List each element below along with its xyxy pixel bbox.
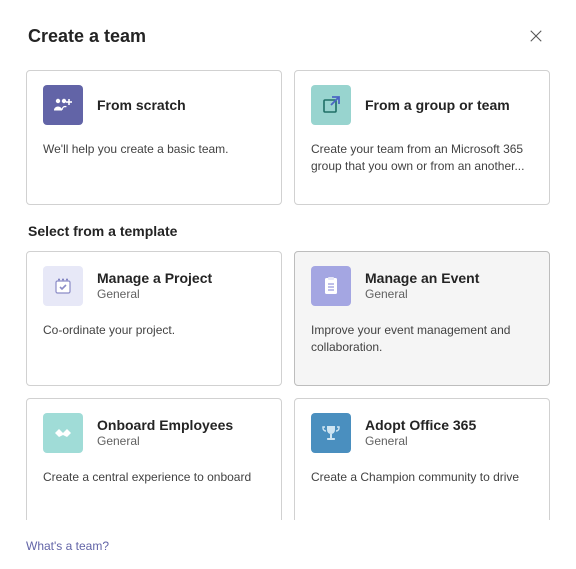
card-titles: Onboard Employees General	[97, 416, 233, 450]
card-subtitle: General	[365, 287, 479, 303]
card-subtitle: General	[97, 434, 233, 450]
card-description: Create a central experience to onboard	[43, 469, 265, 486]
whats-a-team-link[interactable]: What's a team?	[26, 539, 109, 553]
card-header: Manage an Event General	[311, 266, 533, 306]
people-plus-icon	[43, 85, 83, 125]
card-titles: Adopt Office 365 General	[365, 416, 476, 450]
card-description: Create a Champion community to drive	[311, 469, 533, 486]
checklist-icon	[311, 266, 351, 306]
card-title: From scratch	[97, 96, 186, 114]
card-header: Adopt Office 365 General	[311, 413, 533, 453]
option-from-scratch[interactable]: From scratch We'll help you create a bas…	[26, 70, 282, 205]
template-onboard-employees[interactable]: Onboard Employees General Create a centr…	[26, 398, 282, 520]
close-icon	[529, 29, 543, 43]
card-description: We'll help you create a basic team.	[43, 141, 265, 158]
card-header: From a group or team	[311, 85, 533, 125]
card-description: Create your team from an Microsoft 365 g…	[311, 141, 533, 175]
card-description: Improve your event management and collab…	[311, 322, 533, 356]
card-subtitle: General	[365, 434, 476, 450]
templates-heading: Select from a template	[28, 223, 550, 239]
card-titles: From a group or team	[365, 96, 510, 114]
card-subtitle: General	[97, 287, 212, 303]
trophy-icon	[311, 413, 351, 453]
calendar-check-icon	[43, 266, 83, 306]
option-from-group[interactable]: From a group or team Create your team fr…	[294, 70, 550, 205]
card-titles: From scratch	[97, 96, 186, 114]
template-manage-event[interactable]: Manage an Event General Improve your eve…	[294, 251, 550, 386]
share-square-icon	[311, 85, 351, 125]
dialog-title: Create a team	[28, 26, 146, 47]
card-description: Co-ordinate your project.	[43, 322, 265, 339]
card-header: From scratch	[43, 85, 265, 125]
dialog-content: From scratch We'll help you create a bas…	[0, 60, 576, 520]
card-title: Manage an Event	[365, 269, 479, 287]
dialog-footer: What's a team?	[0, 522, 576, 569]
template-manage-project[interactable]: Manage a Project General Co-ordinate you…	[26, 251, 282, 386]
card-header: Manage a Project General	[43, 266, 265, 306]
card-title: Manage a Project	[97, 269, 212, 287]
card-header: Onboard Employees General	[43, 413, 265, 453]
close-button[interactable]	[522, 22, 550, 50]
dialog-header: Create a team	[0, 0, 576, 60]
card-titles: Manage an Event General	[365, 269, 479, 303]
card-titles: Manage a Project General	[97, 269, 212, 303]
handshake-icon	[43, 413, 83, 453]
card-title: Adopt Office 365	[365, 416, 476, 434]
primary-options-grid: From scratch We'll help you create a bas…	[26, 70, 550, 205]
templates-grid: Manage a Project General Co-ordinate you…	[26, 251, 550, 520]
template-adopt-office365[interactable]: Adopt Office 365 General Create a Champi…	[294, 398, 550, 520]
card-title: From a group or team	[365, 96, 510, 114]
card-title: Onboard Employees	[97, 416, 233, 434]
